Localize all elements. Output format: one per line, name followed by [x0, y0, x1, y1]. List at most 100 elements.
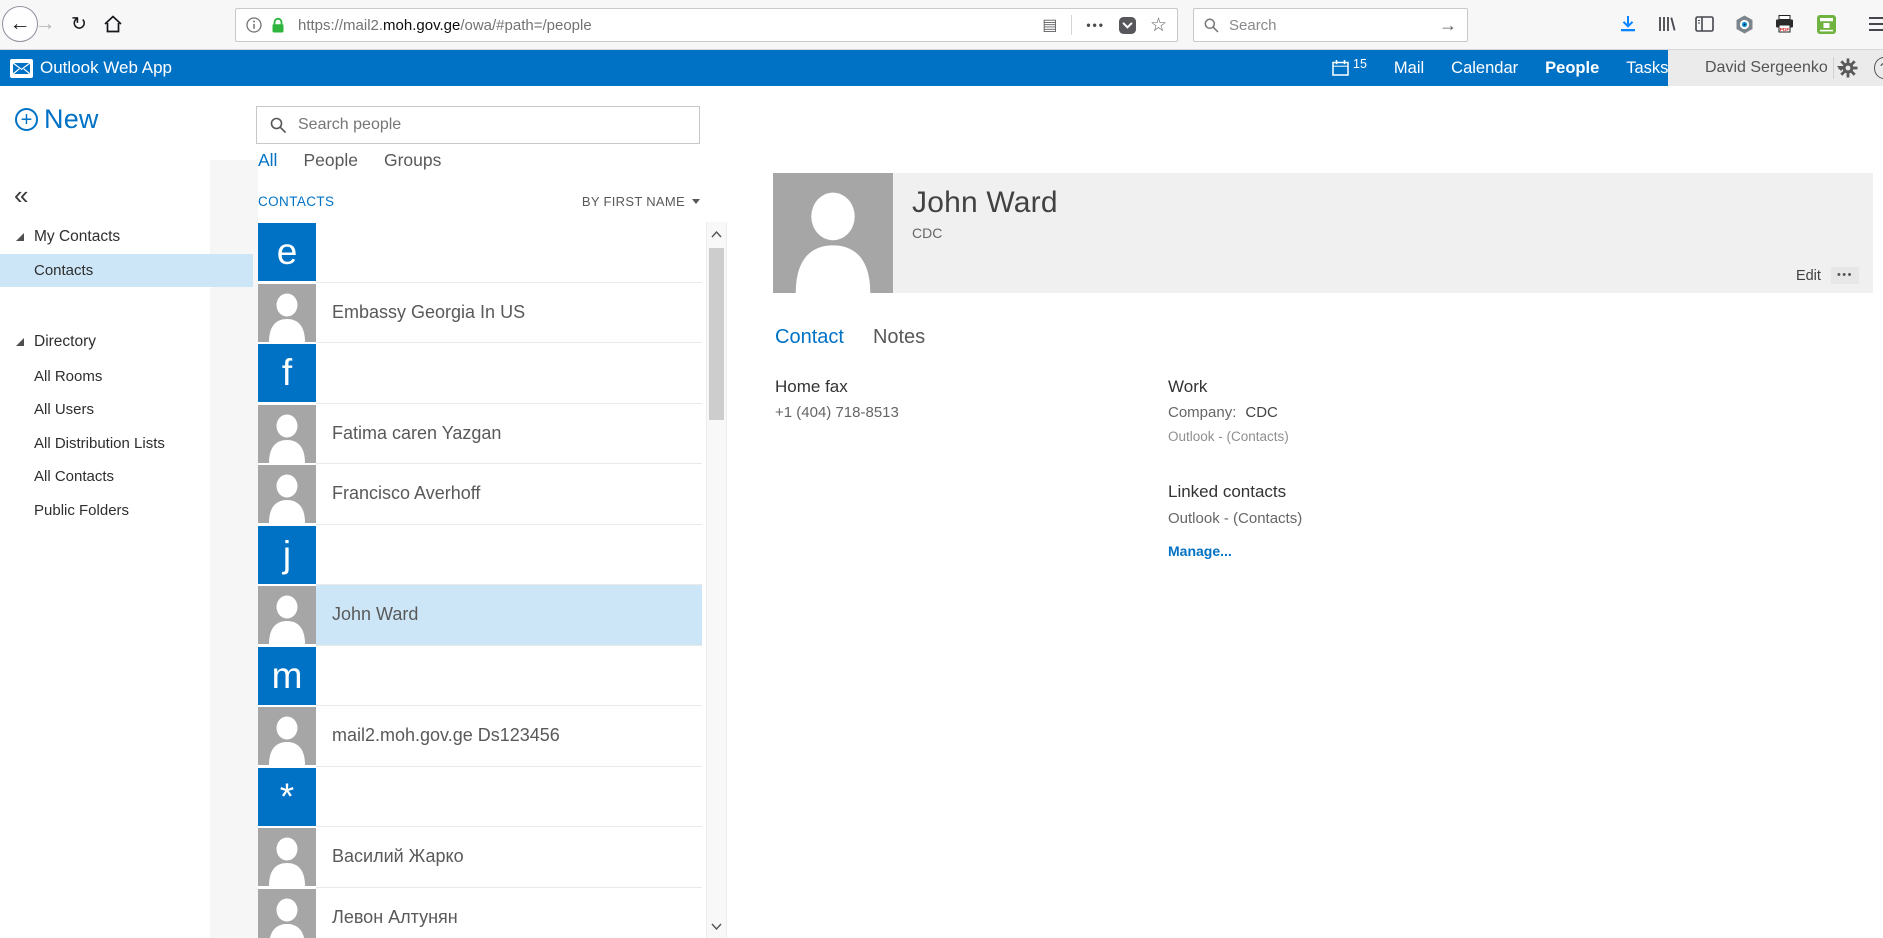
letter-tile: e: [258, 223, 316, 281]
bookmark-star-icon[interactable]: ☆: [1150, 14, 1167, 37]
new-contact-button[interactable]: + New: [15, 104, 99, 135]
letter-divider-e[interactable]: e: [258, 222, 702, 283]
collapse-pane-button[interactable]: «: [14, 182, 28, 208]
library-icon[interactable]: [1651, 8, 1683, 40]
nav-tasks[interactable]: Tasks: [1626, 59, 1668, 78]
url-text: https://mail2.moh.gov.ge/owa/#path=/peop…: [298, 17, 592, 34]
browser-toolbar: ← → ↻ https://mail2.moh.gov.ge/owa/#path…: [0, 0, 1883, 50]
downloads-icon[interactable]: [1612, 8, 1644, 40]
letter-label: e: [277, 231, 298, 273]
contacts-list: e Embassy Georgia In US f Fatima caren Y…: [258, 222, 702, 938]
item-label: All Distribution Lists: [34, 435, 165, 452]
forward-icon: →: [35, 12, 56, 36]
avatar: [258, 586, 316, 644]
linked-contacts-label: Linked contacts: [1168, 482, 1286, 502]
item-label: All Rooms: [34, 368, 102, 385]
contact-row-mail2-moh-gov-ge[interactable]: mail2.moh.gov.ge Ds123456: [258, 706, 702, 767]
sidebar-item-public-folders[interactable]: Public Folders: [0, 494, 253, 527]
row-spacer: [316, 525, 702, 586]
reader-mode-icon[interactable]: ▤: [1042, 15, 1057, 35]
list-scrollbar[interactable]: [706, 222, 727, 938]
reload-icon: ↻: [71, 13, 87, 36]
plus-circle-icon: +: [15, 108, 38, 131]
nav-people[interactable]: People: [1545, 59, 1599, 78]
settings-gear-icon[interactable]: [1838, 58, 1858, 78]
scroll-down-icon[interactable]: [707, 916, 726, 936]
sidebar-item-all-users[interactable]: All Users: [0, 393, 253, 426]
edit-button[interactable]: Edit: [1796, 268, 1821, 284]
people-search-input[interactable]: [298, 116, 686, 134]
letter-tile: m: [258, 647, 316, 705]
sidebar-toggle-icon[interactable]: [1688, 8, 1720, 40]
row-spacer: [316, 767, 702, 828]
contact-row-francisco-averhoff[interactable]: Francisco Averhoff: [258, 464, 702, 525]
letter-divider-j[interactable]: j: [258, 525, 702, 586]
row-spacer: [316, 222, 702, 283]
home-button[interactable]: [95, 6, 131, 42]
sidebar-item-all-contacts[interactable]: All Contacts: [0, 460, 253, 493]
extension-eye-icon[interactable]: [1728, 8, 1760, 40]
more-options-icon[interactable]: •••: [1831, 267, 1859, 284]
contact-row-fatima-caren-yazgan[interactable]: Fatima caren Yazgan: [258, 404, 702, 465]
contact-row-levon-altunyan[interactable]: Левон Алтунян: [258, 888, 702, 938]
scroll-up-icon[interactable]: [707, 224, 726, 244]
nav-mail[interactable]: Mail: [1394, 59, 1424, 78]
manage-link[interactable]: Manage...: [1168, 543, 1232, 559]
contact-company: CDC: [912, 225, 1873, 241]
people-filter-tabs: All People Groups: [258, 150, 441, 171]
sort-by-dropdown[interactable]: BY FIRST NAME: [582, 194, 700, 209]
owa-nav: 15 Mail Calendar People Tasks: [1332, 50, 1668, 86]
item-label: Public Folders: [34, 502, 129, 519]
tab-contact[interactable]: Contact: [775, 326, 844, 349]
contact-name: Embassy Georgia In US: [316, 283, 702, 344]
group-label: Directory: [34, 333, 96, 351]
https-lock-icon[interactable]: [271, 17, 285, 34]
nav-calendar[interactable]: Calendar: [1451, 59, 1518, 78]
url-host: moh.gov.ge: [383, 17, 460, 34]
sidebar-group-my-contacts[interactable]: My Contacts: [0, 222, 253, 252]
avatar: [258, 889, 316, 938]
sort-label: BY FIRST NAME: [582, 194, 685, 209]
contact-row-embassy-georgia-in-us[interactable]: Embassy Georgia In US: [258, 283, 702, 344]
letter-divider-m[interactable]: m: [258, 646, 702, 707]
screen: ← → ↻ https://mail2.moh.gov.ge/owa/#path…: [0, 0, 1883, 938]
contact-row-john-ward[interactable]: John Ward: [258, 585, 702, 646]
chevron-down-icon: [692, 199, 700, 204]
userzone-divider: [1833, 57, 1834, 79]
menu-hamburger-icon[interactable]: [1862, 8, 1883, 40]
user-menu[interactable]: David Sergeenko: [1705, 59, 1828, 77]
tab-groups[interactable]: Groups: [384, 150, 441, 171]
page-info-icon[interactable]: [246, 17, 262, 33]
item-label: All Contacts: [34, 468, 114, 485]
extension-save-icon[interactable]: [1810, 8, 1842, 40]
reminder-count: 15: [1353, 58, 1367, 70]
tab-notes[interactable]: Notes: [873, 326, 925, 349]
avatar: [258, 707, 316, 765]
calendar-reminder-icon: [1332, 60, 1349, 76]
search-icon: [1204, 18, 1219, 33]
sidebar-item-contacts[interactable]: Contacts: [0, 254, 253, 287]
url-bar[interactable]: https://mail2.moh.gov.ge/owa/#path=/peop…: [235, 8, 1178, 42]
home-fax-value: +1 (404) 718-8513: [775, 404, 899, 421]
page-actions-icon[interactable]: •••: [1086, 18, 1105, 32]
row-spacer: [316, 343, 702, 404]
contact-header: John Ward CDC Edit •••: [893, 173, 1873, 293]
print-pdf-icon[interactable]: PDF: [1768, 8, 1800, 40]
reminders-button[interactable]: 15: [1332, 60, 1367, 76]
contact-row-vasiliy-zharko[interactable]: Василий Жарко: [258, 827, 702, 888]
forward-button[interactable]: →: [27, 6, 63, 42]
search-go-icon[interactable]: →: [1439, 15, 1457, 36]
item-label: All Users: [34, 401, 94, 418]
browser-search-input[interactable]: [1229, 17, 1439, 34]
tab-all[interactable]: All: [258, 150, 277, 171]
reload-button[interactable]: ↻: [61, 6, 97, 42]
letter-divider-star[interactable]: *: [258, 767, 702, 828]
sidebar-group-directory[interactable]: Directory: [0, 327, 253, 357]
sidebar-item-all-distribution-lists[interactable]: All Distribution Lists: [0, 427, 253, 460]
pocket-icon[interactable]: [1119, 17, 1136, 34]
scrollbar-thumb[interactable]: [709, 248, 724, 420]
contact-name: Левон Алтунян: [316, 888, 702, 938]
sidebar-item-all-rooms[interactable]: All Rooms: [0, 360, 253, 393]
tab-people[interactable]: People: [303, 150, 358, 171]
letter-divider-f[interactable]: f: [258, 343, 702, 404]
